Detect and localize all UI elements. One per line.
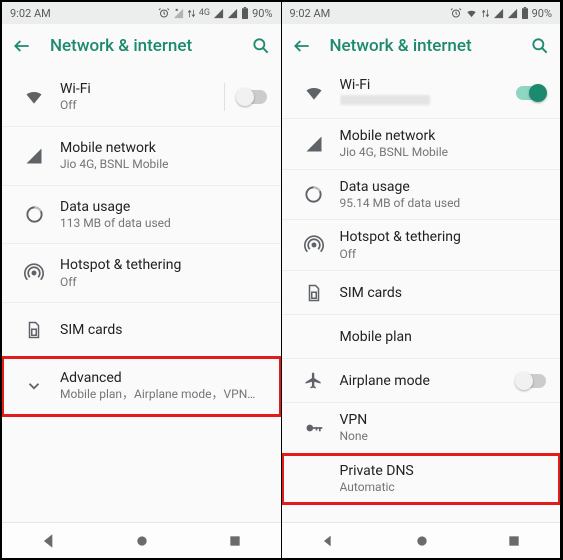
- clock-text: 9:02 AM: [290, 7, 331, 20]
- wifi-title: Wi-Fi: [60, 80, 224, 98]
- airplane-title: Airplane mode: [340, 372, 517, 390]
- signal-icon: [493, 8, 504, 19]
- battery-text: 90%: [252, 7, 272, 20]
- nav-home-icon[interactable]: [414, 533, 430, 549]
- vpn-title: VPN: [340, 411, 547, 429]
- app-bar: Network & internet: [282, 24, 561, 68]
- row-advanced[interactable]: Advanced Mobile plan，Airplane mode，VPN，P…: [2, 357, 281, 416]
- row-data-usage[interactable]: Data usage 113 MB of data used: [2, 186, 281, 245]
- signal-2-icon: [227, 8, 238, 19]
- app-bar: Network & internet: [2, 24, 281, 68]
- row-hotspot[interactable]: Hotspot & tethering Off: [282, 220, 561, 271]
- row-sim-cards[interactable]: SIM cards: [2, 303, 281, 357]
- nav-back-icon[interactable]: [41, 533, 57, 549]
- nav-recent-icon[interactable]: [228, 534, 242, 548]
- network-type-text: 4G: [199, 8, 210, 18]
- row-wifi[interactable]: Wi-Fi: [282, 68, 561, 119]
- chevron-down-icon: [25, 377, 43, 395]
- sim-title: SIM cards: [340, 284, 547, 302]
- hotspot-icon: [24, 263, 44, 283]
- airplane-icon: [304, 371, 323, 390]
- phone-left: 9:02 AM 4G 90% Network & internet Wi-Fi …: [2, 2, 282, 558]
- hotspot-icon: [304, 235, 324, 255]
- battery-text: 90%: [532, 7, 552, 20]
- page-title: Network & internet: [32, 36, 251, 56]
- data-title: Data usage: [340, 178, 547, 196]
- nav-bar: [282, 522, 561, 558]
- alarm-icon: [158, 7, 170, 19]
- alarm-icon: [450, 7, 462, 19]
- search-icon[interactable]: [251, 36, 271, 56]
- sim-icon: [25, 321, 43, 339]
- row-private-dns[interactable]: Private DNS Automatic: [282, 454, 561, 504]
- nav-bar: [2, 522, 281, 558]
- data-usage-icon: [304, 185, 323, 204]
- wifi-toggle[interactable]: [516, 86, 546, 100]
- vpn-key-icon: [304, 418, 324, 438]
- divider: [224, 83, 225, 111]
- arrows-updown-icon: [481, 8, 490, 19]
- row-wifi[interactable]: Wi-Fi Off: [2, 68, 281, 127]
- row-mobile-network[interactable]: Mobile network Jio 4G, BSNL Mobile: [2, 127, 281, 186]
- row-airplane-mode[interactable]: Airplane mode: [282, 359, 561, 403]
- back-icon[interactable]: [12, 36, 32, 56]
- wifi-sub-redacted: [340, 94, 517, 110]
- row-sim-cards[interactable]: SIM cards: [282, 271, 561, 315]
- nav-recent-icon[interactable]: [507, 534, 521, 548]
- wifi-title: Wi-Fi: [340, 76, 517, 94]
- wifi-icon: [304, 83, 324, 103]
- signal-2-icon: [507, 8, 518, 19]
- wifi-toggle[interactable]: [237, 90, 267, 104]
- mobile-title: Mobile network: [60, 139, 267, 157]
- advanced-title: Advanced: [60, 369, 267, 387]
- battery-icon: [521, 7, 529, 19]
- mobile-sub: Jio 4G, BSNL Mobile: [340, 145, 547, 161]
- data-usage-icon: [25, 205, 44, 224]
- data-sub: 95.14 MB of data used: [340, 196, 547, 212]
- hotspot-title: Hotspot & tethering: [60, 256, 267, 274]
- row-mobile-network[interactable]: Mobile network Jio 4G, BSNL Mobile: [282, 119, 561, 170]
- row-hotspot[interactable]: Hotspot & tethering Off: [2, 244, 281, 303]
- pdns-title: Private DNS: [340, 462, 547, 480]
- search-icon[interactable]: [530, 36, 550, 56]
- back-icon[interactable]: [292, 36, 312, 56]
- nav-back-icon[interactable]: [320, 533, 336, 549]
- cellular-icon: [25, 147, 43, 165]
- cellular-icon: [305, 135, 323, 153]
- hotspot-sub: Off: [60, 275, 267, 291]
- signal-x-icon: [173, 8, 184, 19]
- battery-icon: [241, 7, 249, 19]
- airplane-toggle[interactable]: [516, 374, 546, 388]
- wifi-sub: Off: [60, 98, 224, 114]
- row-data-usage[interactable]: Data usage 95.14 MB of data used: [282, 170, 561, 221]
- plan-title: Mobile plan: [340, 328, 547, 346]
- phone-right: 9:02 AM 90% Network & internet Wi-Fi: [282, 2, 562, 558]
- sim-icon: [305, 284, 323, 302]
- page-title: Network & internet: [312, 36, 531, 56]
- sim-title: SIM cards: [60, 321, 267, 339]
- status-bar: 9:02 AM 4G 90%: [2, 2, 281, 24]
- settings-list: Wi-Fi Off Mobile network Jio 4G, BSNL Mo…: [2, 68, 281, 522]
- wifi-status-icon: [465, 8, 478, 19]
- status-bar: 9:02 AM 90%: [282, 2, 561, 24]
- signal-icon: [213, 8, 224, 19]
- hotspot-sub: Off: [340, 247, 547, 263]
- settings-list: Wi-Fi Mobile network Jio 4G, BSNL Mobile…: [282, 68, 561, 522]
- mobile-sub: Jio 4G, BSNL Mobile: [60, 157, 267, 173]
- row-vpn[interactable]: VPN None: [282, 403, 561, 454]
- advanced-sub: Mobile plan，Airplane mode，VPN，Priva..: [60, 387, 267, 403]
- nav-home-icon[interactable]: [134, 533, 150, 549]
- wifi-icon: [24, 87, 44, 107]
- data-title: Data usage: [60, 198, 267, 216]
- data-sub: 113 MB of data used: [60, 216, 267, 232]
- mobile-title: Mobile network: [340, 127, 547, 145]
- hotspot-title: Hotspot & tethering: [340, 228, 547, 246]
- clock-text: 9:02 AM: [10, 7, 51, 20]
- vpn-sub: None: [340, 429, 547, 445]
- arrows-updown-icon: [187, 8, 196, 19]
- row-mobile-plan[interactable]: Mobile plan: [282, 315, 561, 359]
- pdns-sub: Automatic: [340, 480, 547, 496]
